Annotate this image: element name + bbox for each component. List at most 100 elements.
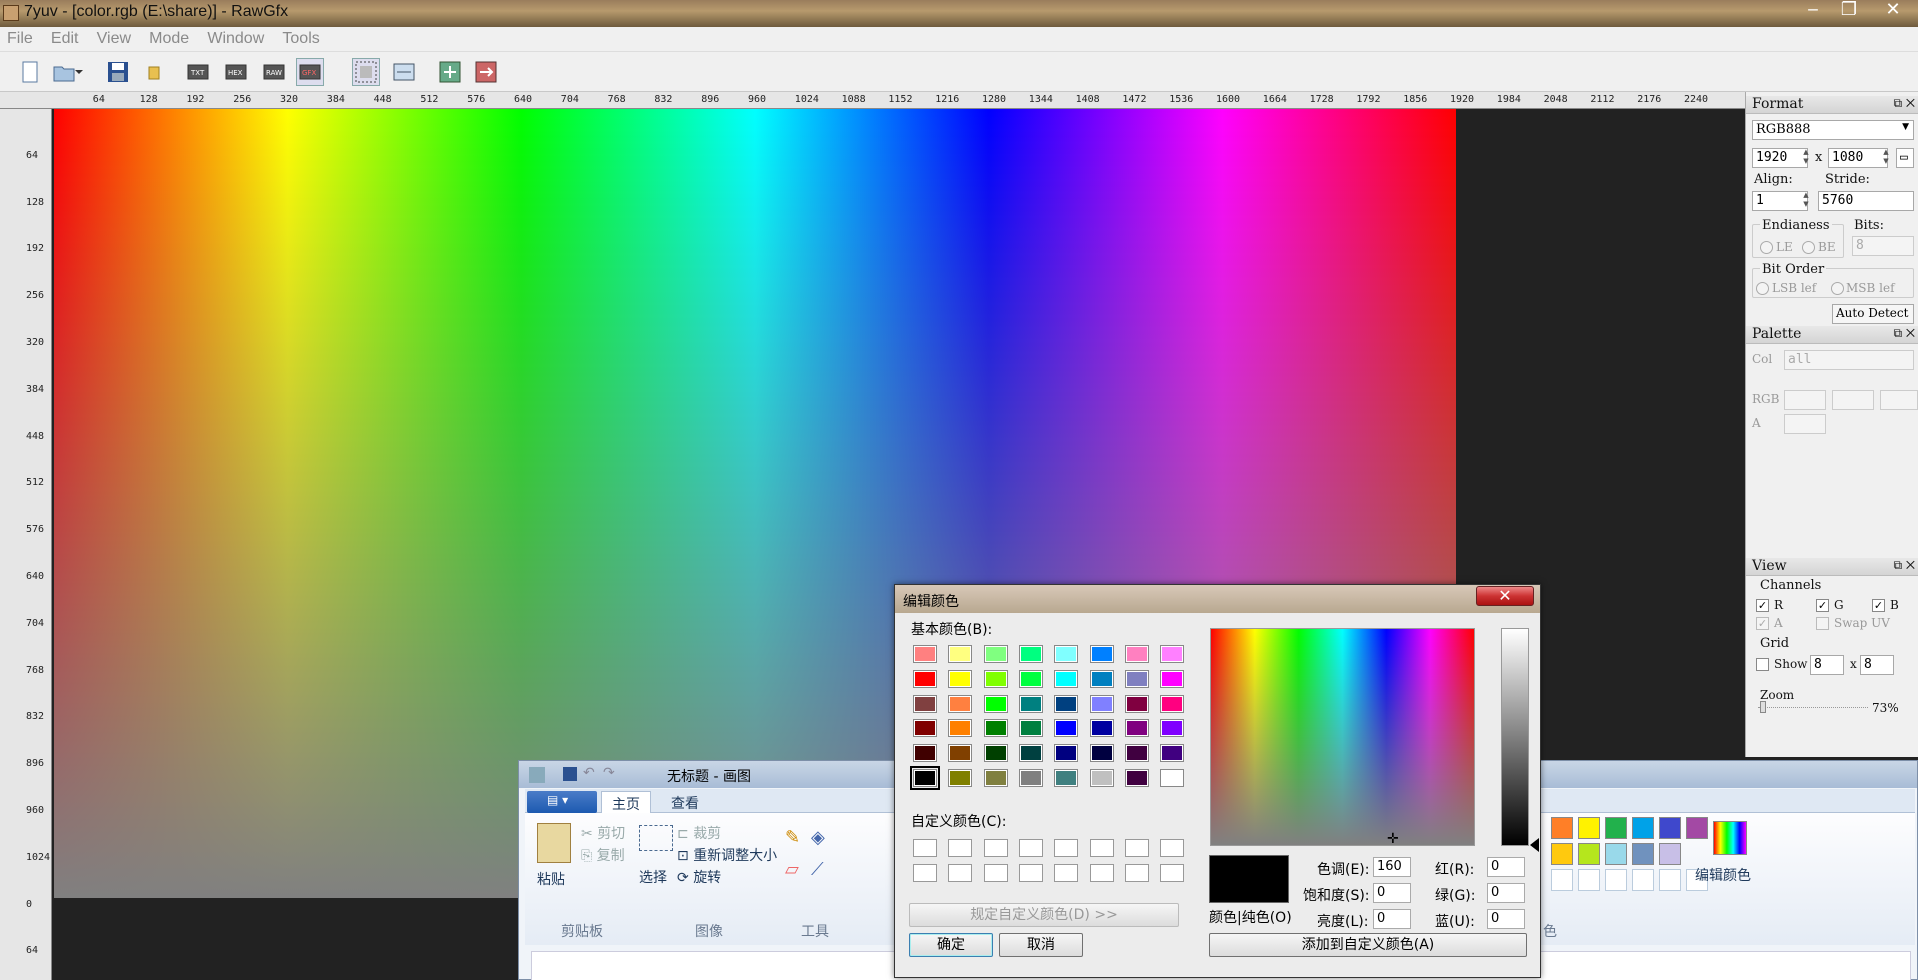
msb-radio[interactable]: [1831, 282, 1844, 295]
new-file-icon[interactable]: [16, 58, 44, 86]
basic-color-swatch[interactable]: [1018, 645, 1043, 663]
align-spin[interactable]: ▲ ▼: [1800, 191, 1812, 211]
custom-color-swatch[interactable]: [1089, 839, 1114, 857]
stride-field[interactable]: 5760: [1818, 191, 1914, 211]
paint-color-swatch[interactable]: [1659, 869, 1681, 891]
basic-color-swatch[interactable]: [1124, 769, 1149, 787]
paint-color-swatch[interactable]: [1605, 843, 1627, 865]
width-spin[interactable]: ▲ ▼: [1800, 148, 1812, 168]
palette-a-field[interactable]: [1784, 414, 1826, 434]
basic-color-swatch[interactable]: [1089, 744, 1114, 763]
basic-color-swatch[interactable]: [948, 744, 973, 763]
basic-color-swatch[interactable]: [983, 669, 1008, 688]
paint-color-swatch[interactable]: [1632, 817, 1654, 839]
menu-view[interactable]: View: [90, 27, 138, 51]
swap-uv-checkbox[interactable]: [1816, 617, 1829, 630]
menu-file[interactable]: File: [0, 27, 40, 51]
custom-color-swatch[interactable]: [948, 839, 973, 857]
zoom-slider[interactable]: [1758, 707, 1868, 708]
palette-g-field[interactable]: [1832, 390, 1874, 410]
paint-color-swatch[interactable]: [1659, 817, 1681, 839]
paint-color-swatch[interactable]: [1659, 843, 1681, 865]
undo-icon[interactable]: ↶: [583, 765, 595, 781]
maximize-button[interactable]: ❐: [1832, 0, 1866, 22]
custom-color-swatch[interactable]: [1124, 839, 1149, 857]
basic-color-swatch[interactable]: [1054, 669, 1079, 688]
paint-color-swatch[interactable]: [1632, 869, 1654, 891]
rotate-button[interactable]: ⟳ 旋转: [677, 867, 721, 887]
tab-view[interactable]: 查看: [661, 791, 709, 813]
export-image-icon[interactable]: [472, 58, 500, 86]
grid-x-field[interactable]: 8: [1810, 655, 1844, 675]
redo-icon[interactable]: ↷: [603, 765, 615, 781]
height-spin[interactable]: ▲ ▼: [1880, 148, 1892, 168]
menu-tools[interactable]: Tools: [275, 27, 326, 51]
luminance-field[interactable]: 0: [1373, 909, 1411, 929]
basic-color-swatch[interactable]: [1160, 645, 1185, 663]
paint-color-swatch[interactable]: [1551, 817, 1573, 839]
basic-color-swatch[interactable]: [1018, 744, 1043, 763]
crop-button[interactable]: ⊏ 裁剪: [677, 823, 721, 843]
channel-b-checkbox[interactable]: ✓: [1872, 599, 1885, 612]
basic-color-swatch[interactable]: [1089, 669, 1114, 688]
basic-color-swatch[interactable]: [913, 744, 937, 763]
paint-color-swatch[interactable]: [1551, 843, 1573, 865]
panel-close-icon[interactable]: ⧉ ✕: [1893, 96, 1915, 111]
custom-color-swatch[interactable]: [1124, 864, 1149, 882]
palette-b-field[interactable]: [1880, 390, 1918, 410]
menu-edit[interactable]: Edit: [44, 27, 86, 51]
basic-color-swatch[interactable]: [1054, 645, 1079, 663]
basic-color-swatch[interactable]: [983, 694, 1008, 713]
basic-color-swatch[interactable]: [1124, 645, 1149, 663]
zoom-slider-handle[interactable]: [1760, 701, 1766, 713]
menu-mode[interactable]: Mode: [142, 27, 196, 51]
basic-color-swatch[interactable]: [1160, 669, 1185, 688]
save-icon[interactable]: [563, 767, 577, 781]
paint-color-swatch[interactable]: [1578, 843, 1600, 865]
save-file-icon[interactable]: [104, 58, 132, 86]
gfx-mode-icon[interactable]: GFX: [296, 58, 324, 86]
le-radio[interactable]: [1760, 241, 1773, 254]
basic-color-swatch[interactable]: [1089, 645, 1114, 663]
open-file-icon[interactable]: [50, 58, 83, 86]
folder-icon[interactable]: [140, 58, 168, 86]
paste-icon[interactable]: [537, 823, 571, 863]
red-field[interactable]: 0: [1487, 857, 1525, 877]
basic-color-swatch[interactable]: [1160, 769, 1185, 787]
close-window-button[interactable]: ✕: [1876, 0, 1910, 22]
basic-color-swatch[interactable]: [1124, 719, 1149, 738]
basic-color-swatch[interactable]: [948, 645, 973, 663]
basic-color-swatch[interactable]: [983, 769, 1008, 787]
luminance-arrow-icon[interactable]: [1530, 838, 1539, 852]
minimize-button[interactable]: ‒: [1796, 0, 1830, 22]
pencil-icon[interactable]: ✎: [785, 827, 800, 848]
green-field[interactable]: 0: [1487, 883, 1525, 903]
paint-color-swatch[interactable]: [1551, 869, 1573, 891]
paint-color-swatch[interactable]: [1632, 843, 1654, 865]
palette-r-field[interactable]: [1784, 390, 1826, 410]
basic-color-swatch[interactable]: [1054, 719, 1079, 738]
basic-color-swatch[interactable]: [1018, 769, 1043, 787]
basic-color-swatch[interactable]: [913, 719, 937, 738]
height-field[interactable]: 1080: [1828, 148, 1888, 168]
custom-color-swatch[interactable]: [913, 839, 937, 857]
select-rect-icon[interactable]: [352, 58, 380, 86]
lsb-radio[interactable]: [1756, 282, 1769, 295]
eraser-icon[interactable]: ▱: [785, 859, 799, 880]
basic-color-swatch[interactable]: [1018, 669, 1043, 688]
basic-color-swatch[interactable]: [1124, 669, 1149, 688]
basic-color-swatch[interactable]: [913, 694, 937, 713]
edit-colors-button[interactable]: 编辑颜色: [1695, 865, 1751, 885]
paint-color-swatch[interactable]: [1578, 817, 1600, 839]
basic-color-swatch[interactable]: [948, 669, 973, 688]
custom-color-swatch[interactable]: [948, 864, 973, 882]
copy-button[interactable]: ⎘ 复制: [581, 845, 625, 865]
basic-color-swatch[interactable]: [1089, 719, 1114, 738]
hex-mode-icon[interactable]: HEX: [222, 58, 250, 86]
paint-color-swatch[interactable]: [1686, 817, 1708, 839]
channel-g-checkbox[interactable]: ✓: [1816, 599, 1829, 612]
basic-color-swatch[interactable]: [1160, 694, 1185, 713]
custom-color-swatch[interactable]: [1018, 839, 1043, 857]
add-to-custom-colors-button[interactable]: 添加到自定义颜色(A): [1209, 933, 1527, 957]
basic-color-swatch[interactable]: [913, 645, 937, 663]
